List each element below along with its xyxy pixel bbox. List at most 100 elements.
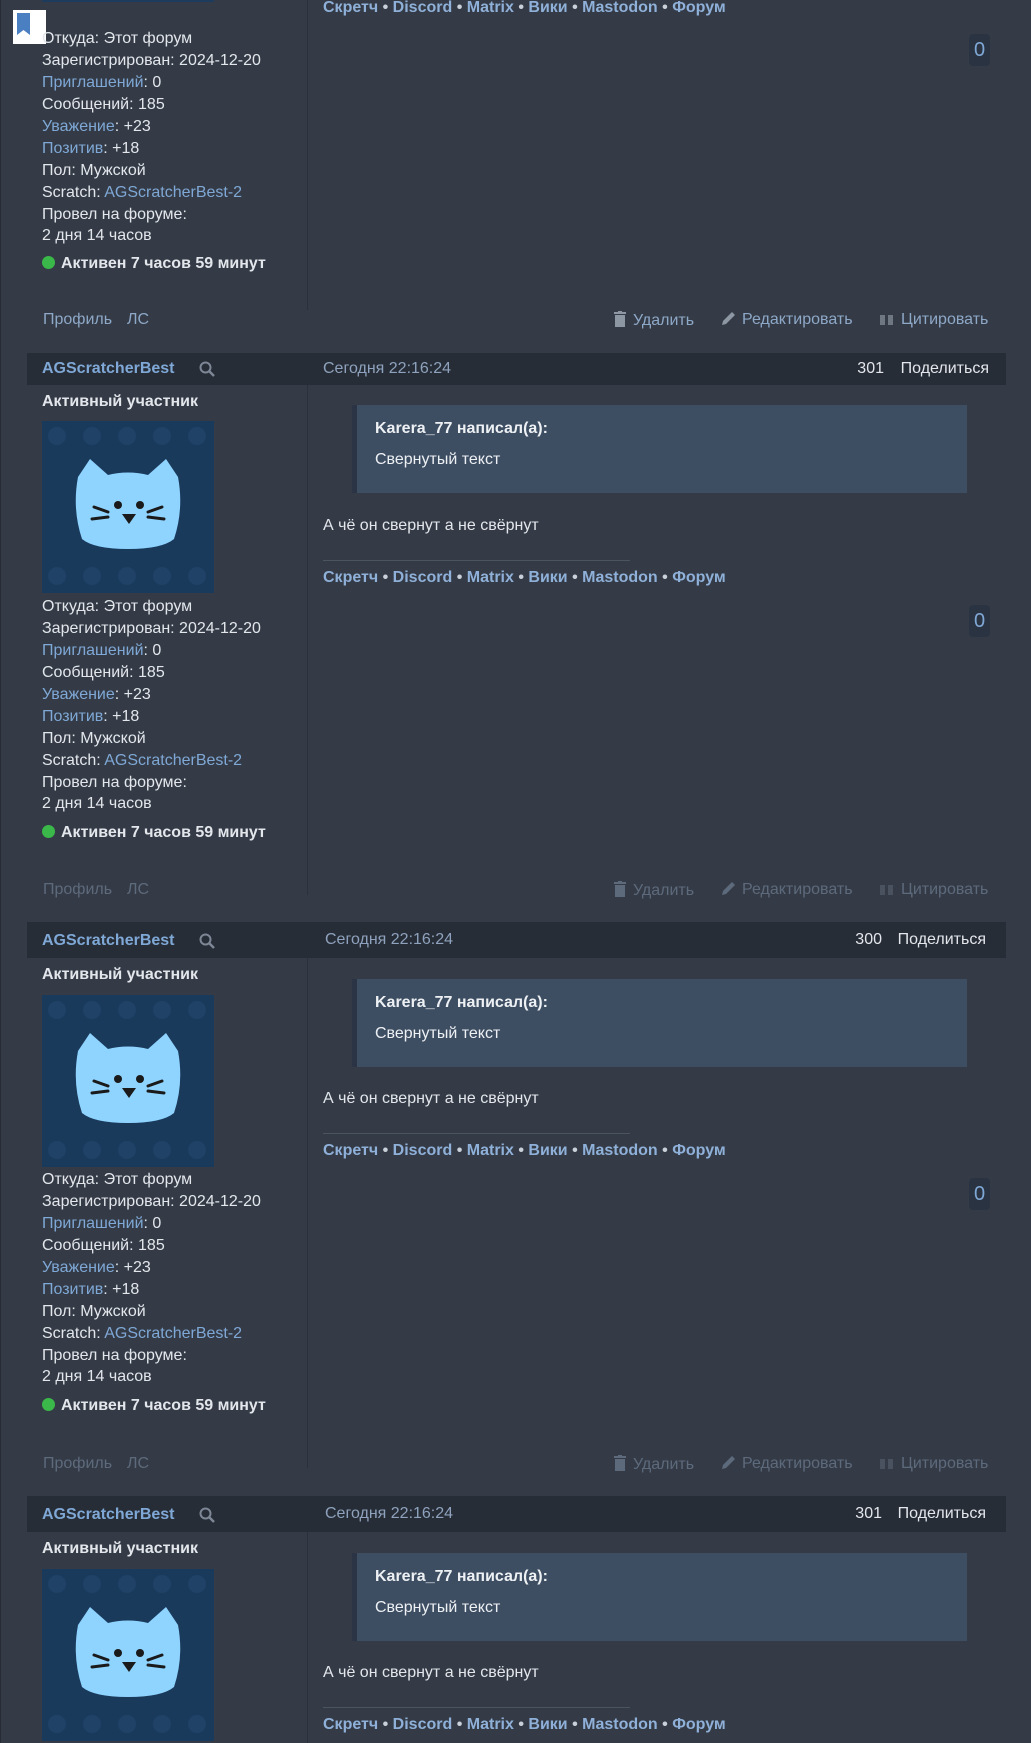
scratch-link[interactable]: AGScratcherBest-2	[104, 184, 242, 201]
signature-divider	[323, 1707, 630, 1708]
reputation-badge[interactable]: 0	[969, 34, 990, 66]
search-icon[interactable]	[199, 361, 215, 377]
quote-button[interactable]: Цитировать	[879, 1455, 988, 1473]
sig-link-discord[interactable]: Discord	[393, 1142, 453, 1159]
scratch-link[interactable]: AGScratcherBest-2	[104, 1325, 242, 1342]
positive-link[interactable]: Позитив	[42, 140, 103, 157]
profile-link[interactable]: Профиль	[43, 311, 112, 329]
profile-link[interactable]: Профиль	[43, 881, 112, 899]
trash-icon	[614, 881, 626, 897]
post-author[interactable]: AGScratcherBest	[42, 360, 175, 378]
sig-link-mastodon[interactable]: Mastodon	[582, 569, 658, 586]
sig-link-mastodon[interactable]: Mastodon	[582, 1716, 658, 1733]
edit-button[interactable]: Редактировать	[720, 311, 853, 329]
respect-link[interactable]: Уважение	[42, 1259, 115, 1276]
page-edge	[0, 0, 1, 1743]
share-button[interactable]: Поделиться	[898, 931, 986, 949]
sig-link-forum[interactable]: Форум	[672, 569, 726, 586]
sig-link-scratch[interactable]: Скретч	[323, 0, 378, 16]
post-date[interactable]: Сегодня 22:16:24	[325, 1505, 453, 1523]
column-divider	[307, 958, 308, 1468]
quote-spoiler[interactable]: Свернутый текст	[375, 1599, 500, 1617]
avatar[interactable]	[42, 995, 214, 1167]
delete-button[interactable]: Удалить	[613, 881, 694, 900]
profile-messages: Сообщений: 185	[42, 1237, 165, 1254]
pencil-icon	[722, 882, 735, 895]
post-author[interactable]: AGScratcherBest	[42, 1506, 175, 1524]
sig-link-forum[interactable]: Форум	[672, 0, 726, 16]
sig-link-matrix[interactable]: Matrix	[467, 0, 514, 16]
pm-link[interactable]: ЛС	[127, 1455, 149, 1473]
edit-button[interactable]: Редактировать	[720, 881, 853, 899]
reputation-badge[interactable]: 0	[969, 605, 990, 637]
positive-link[interactable]: Позитив	[42, 1281, 103, 1298]
scratch-link[interactable]: AGScratcherBest-2	[104, 752, 242, 769]
profile-time-label: Провел на форуме:	[42, 1347, 187, 1364]
sig-link-mastodon[interactable]: Mastodon	[582, 0, 658, 16]
search-icon[interactable]	[199, 933, 215, 949]
profile-gender: Пол: Мужской	[42, 1303, 146, 1320]
avatar[interactable]	[42, 421, 214, 593]
sig-link-forum[interactable]: Форум	[672, 1142, 726, 1159]
profile-time-label: Провел на форуме:	[42, 206, 187, 223]
post-author[interactable]: AGScratcherBest	[42, 932, 175, 950]
delete-button[interactable]: Удалить	[613, 1455, 694, 1474]
respect-link[interactable]: Уважение	[42, 686, 115, 703]
respect-link[interactable]: Уважение	[42, 118, 115, 135]
profile-scratch: Scratch: AGScratcherBest-2	[42, 752, 243, 769]
sig-link-mastodon[interactable]: Mastodon	[582, 1142, 658, 1159]
signature-divider	[323, 560, 630, 561]
delete-button[interactable]: Удалить	[613, 311, 694, 330]
positive-link[interactable]: Позитив	[42, 708, 103, 725]
profile-time-value: 2 дня 14 часов	[42, 795, 152, 812]
invites-link[interactable]: Приглашений	[42, 642, 144, 659]
avatar[interactable]	[42, 1569, 214, 1741]
sig-link-scratch[interactable]: Скретч	[323, 1716, 378, 1733]
user-rank: Активный участник	[42, 1540, 199, 1557]
profile-link[interactable]: Профиль	[43, 1455, 112, 1473]
column-divider	[307, 0, 308, 310]
sig-link-matrix[interactable]: Matrix	[467, 1142, 514, 1159]
sig-link-matrix[interactable]: Matrix	[467, 1716, 514, 1733]
edit-button[interactable]: Редактировать	[720, 1455, 853, 1473]
search-icon[interactable]	[199, 1507, 215, 1523]
sig-link-wiki[interactable]: Вики	[528, 1716, 567, 1733]
post-number: 301	[857, 360, 884, 377]
quote-spoiler[interactable]: Свернутый текст	[375, 451, 500, 469]
pm-link[interactable]: ЛС	[127, 311, 149, 329]
quote-author: Karera_77 написал(а):	[375, 1568, 548, 1585]
sig-link-wiki[interactable]: Вики	[528, 1142, 567, 1159]
post-date[interactable]: Сегодня 22:16:24	[323, 360, 451, 378]
pm-link[interactable]: ЛС	[127, 881, 149, 899]
reputation-badge[interactable]: 0	[969, 1178, 990, 1210]
share-button[interactable]: Поделиться	[898, 1505, 986, 1523]
post-header: AGScratcherBest Сегодня 22:16:24 300 Под…	[27, 922, 1006, 958]
quote-author: Karera_77 написал(а):	[375, 420, 548, 437]
post-text: А чё он свернут а не свёрнут	[323, 1664, 539, 1681]
sig-link-matrix[interactable]: Matrix	[467, 569, 514, 586]
sig-link-discord[interactable]: Discord	[393, 569, 453, 586]
trash-icon	[614, 311, 626, 327]
invites-link[interactable]: Приглашений	[42, 1215, 144, 1232]
user-rank: Активный участник	[42, 393, 199, 410]
profile-from: Откуда: Этот форум	[42, 30, 193, 47]
quote-button[interactable]: Цитировать	[879, 311, 988, 329]
signature-divider	[323, 1133, 630, 1134]
sig-link-scratch[interactable]: Скретч	[323, 1142, 378, 1159]
sig-link-wiki[interactable]: Вики	[528, 569, 567, 586]
invites-link[interactable]: Приглашений	[42, 74, 144, 91]
column-divider	[307, 1532, 308, 1743]
pencil-icon	[722, 1456, 735, 1469]
share-button[interactable]: Поделиться	[901, 360, 989, 378]
sig-link-forum[interactable]: Форум	[672, 1716, 726, 1733]
online-indicator	[42, 1398, 55, 1411]
quote-spoiler[interactable]: Свернутый текст	[375, 1025, 500, 1043]
sig-link-discord[interactable]: Discord	[393, 1716, 453, 1733]
post-text: А чё он свернут а не свёрнут	[323, 517, 539, 534]
quote-button[interactable]: Цитировать	[879, 881, 988, 899]
sig-link-wiki[interactable]: Вики	[528, 0, 567, 16]
sig-link-discord[interactable]: Discord	[393, 0, 453, 16]
signature: Скретч • Discord • Matrix • Вики • Masto…	[323, 1716, 726, 1733]
sig-link-scratch[interactable]: Скретч	[323, 569, 378, 586]
post-date[interactable]: Сегодня 22:16:24	[325, 931, 453, 949]
